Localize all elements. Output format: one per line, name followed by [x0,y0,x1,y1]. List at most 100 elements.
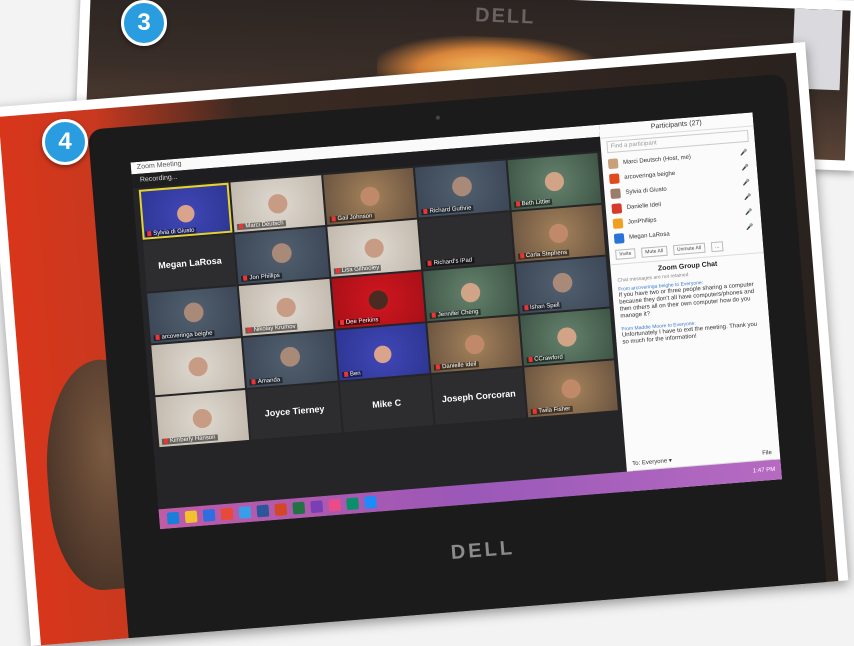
video-tile[interactable]: Kimberly Hanson [155,389,250,448]
tile-name-label: arcoveringa beighe [153,330,215,342]
mute-all-button[interactable]: Mute All [640,245,668,258]
video-tile[interactable]: Mike C [339,375,434,433]
tile-name-label: Jon Phillips [241,272,283,282]
video-tile[interactable]: Carla Stephens [511,204,606,262]
taskbar-app-icon[interactable] [328,498,342,512]
video-tile[interactable] [151,338,246,396]
video-tile[interactable]: Ishan Spell [515,256,610,314]
participants-panel: Participants (27) Find a participant Mar… [599,112,783,492]
video-tile[interactable]: Nikolay Krumov [239,278,334,336]
video-tile[interactable]: Richard's iPad [419,212,514,270]
video-tile[interactable]: Joyce Tierney [247,382,342,440]
taskbar-app-icon[interactable] [220,507,234,521]
muted-mic-icon [239,223,244,229]
taskbar-app-icon[interactable] [166,511,180,525]
muted-mic-icon [519,253,525,259]
participant-name: Megan LaRosa [628,230,670,241]
tile-display-name: Megan LaRosa [157,255,223,271]
video-tile[interactable]: Richard Guthrie [415,160,510,218]
video-tile[interactable]: Ben [335,323,430,381]
mic-icon[interactable]: 🎤 [742,179,750,187]
avatar [612,217,624,229]
participant-name: arcoveringa beighe [624,170,676,181]
avatar [611,202,623,214]
video-tile[interactable]: Joseph Corcoran [431,367,526,425]
taskbar-clock: 1:47 PM [752,466,776,475]
video-tile[interactable]: Lisa Gilhooley [327,219,422,277]
taskbar-app-icon[interactable] [274,503,288,516]
tile-name-label: Ben [341,370,363,379]
taskbar-app-icon[interactable] [310,500,324,514]
chat-messages: From arcoveringa beighe to Everyone: If y… [612,272,771,350]
video-tile[interactable]: Megan LaRosa [142,234,238,292]
mic-icon[interactable]: 🎤 [740,149,748,157]
muted-mic-icon [528,356,533,363]
muted-mic-icon [251,379,257,385]
photo-front: Zoom Meeting Recording... Sylvia di Gius… [0,41,849,646]
participant-name: JonPhillips [627,216,657,226]
step-badge-4: 4 [42,119,88,165]
taskbar-app-icon[interactable] [238,505,252,519]
muted-mic-icon [532,408,537,414]
tile-name-label: Dee Perkins [337,316,381,327]
webcam [435,115,441,120]
video-tile[interactable]: Amanda [243,330,338,388]
mic-icon[interactable]: 🎤 [741,164,749,172]
video-tile[interactable]: arcoveringa beighe [147,286,242,344]
dell-logo-back: DELL [474,4,536,29]
muted-mic-icon [147,230,152,237]
muted-mic-icon [523,304,529,311]
mic-icon[interactable]: 🎤 [746,224,754,232]
tile-name-label: Gail Johnson [329,213,375,223]
tile-name-label: CCrawford [526,354,566,364]
step-badge-3: 3 [121,0,167,46]
unmute-all-button[interactable]: Unmute All [672,242,706,256]
taskbar-app-icon[interactable] [256,504,270,518]
tile-name-label: Carla Stephens [517,249,570,260]
video-tile[interactable]: CCrawford [519,308,614,366]
video-tile[interactable]: Jennifer Cheng [423,264,518,322]
chat-file-button[interactable]: File [762,450,772,457]
muted-mic-icon [431,312,437,318]
taskbar-app-icon[interactable] [292,501,306,515]
taskbar-app-icon[interactable] [184,510,198,524]
laptop-screen: Zoom Meeting Recording... Sylvia di Gius… [130,112,783,530]
participant-name: Danielle Ideil [626,201,662,211]
more-button[interactable]: ... [710,241,724,253]
photo-front-image: Zoom Meeting Recording... Sylvia di Gius… [0,52,839,646]
avatar [607,157,619,169]
video-tile[interactable]: Twila Fisher [523,360,618,418]
tile-display-name: Joyce Tierney [264,403,325,419]
video-tile[interactable]: Sylvia di Giusto [138,182,233,240]
tile-display-name: Joseph Corcoran [441,388,517,405]
participant-list: Marci Deutsch (Host, me) 🎤 arcoveringa bei… [602,144,763,246]
muted-mic-icon [427,260,432,266]
tile-name-label: Twila Fisher [530,405,573,416]
muted-mic-icon [155,334,160,340]
video-tile[interactable]: Jon Phillips [235,227,330,285]
video-tile[interactable]: Marci Deutsch [230,175,325,233]
muted-mic-icon [243,275,248,281]
muted-mic-icon [335,267,340,274]
laptop: Zoom Meeting Recording... Sylvia di Gius… [87,73,828,646]
tile-name-label: Richard's iPad [425,257,475,268]
taskbar-app-icon[interactable] [364,495,378,509]
video-tile[interactable]: Dee Perkins [331,271,426,329]
taskbar-app-icon[interactable] [202,508,216,522]
avatar [613,232,625,244]
dell-logo: DELL [449,536,516,565]
video-tile[interactable]: Danielle Ideil [427,315,522,374]
video-tile[interactable]: Beth Littler [507,153,602,211]
muted-mic-icon [423,208,428,215]
tile-name-label: Amanda [249,376,283,386]
chat-recipient-select[interactable]: To: Everyone ▾ [632,457,672,467]
participant-name: Marci Deutsch (Host, me) [622,154,692,166]
muted-mic-icon [339,319,345,326]
tile-name-label: Danielle Ideil [433,361,479,371]
video-tile[interactable]: Gail Johnson [322,167,418,225]
muted-mic-icon [515,201,520,207]
mic-icon[interactable]: 🎤 [744,194,752,202]
taskbar-app-icon[interactable] [346,497,360,511]
mic-icon[interactable]: 🎤 [745,209,753,217]
invite-button[interactable]: Invite [615,248,636,260]
